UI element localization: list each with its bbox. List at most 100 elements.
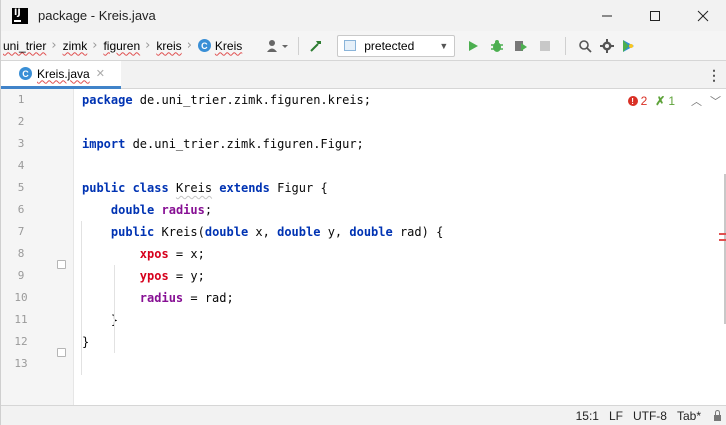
code-token: } — [82, 313, 119, 327]
toolbar-divider — [565, 36, 567, 55]
code-text: public Kreis(double x, double y, double … — [82, 221, 443, 243]
breadcrumb-uni-trier[interactable]: uni_trier — [3, 39, 46, 53]
code-token: double — [204, 225, 249, 239]
editor-tab-bar: C Kreis.java ✕ ⋮ — [1, 61, 726, 89]
breadcrumb-figuren[interactable]: figuren — [103, 39, 140, 53]
code-token: package — [82, 93, 133, 107]
code-line[interactable]: 1 package de.uni_trier.zimk.figuren.kreis… — [1, 89, 726, 111]
intellij-logo-icon — [12, 7, 28, 24]
fold-marker-icon[interactable] — [57, 260, 66, 269]
window-controls — [583, 0, 726, 31]
chevron-right-icon: › — [51, 38, 57, 53]
next-highlight-icon[interactable]: ﹀ — [710, 93, 721, 109]
previous-highlight-icon[interactable]: ︿ — [691, 93, 702, 109]
indent-setting[interactable]: Tab* — [677, 409, 701, 423]
more-tabs-icon[interactable]: ⋮ — [707, 67, 721, 84]
error-stripe-mark[interactable] — [719, 239, 726, 241]
line-number: 3 — [17, 137, 25, 150]
code-token: = y; — [168, 269, 205, 283]
code-text: xpos = x; — [82, 243, 205, 265]
line-number: 7 — [17, 225, 25, 238]
breadcrumb-zimk[interactable]: zimk — [63, 39, 88, 53]
coverage-button[interactable] — [509, 35, 533, 57]
code-token: = rad; — [183, 291, 234, 305]
run-configuration-label: pretected — [364, 38, 415, 53]
plugin-button[interactable] — [618, 35, 638, 57]
breadcrumb-kreis-package[interactable]: kreis — [156, 39, 181, 53]
lock-icon[interactable] — [711, 409, 723, 422]
code-token: radius — [139, 291, 184, 305]
code-token: radius — [161, 203, 205, 217]
configuration-icon — [344, 40, 357, 51]
close-tab-icon[interactable]: ✕ — [96, 67, 105, 80]
code-line[interactable]: 12} — [1, 331, 726, 353]
stop-icon — [540, 40, 551, 51]
code-line[interactable]: 4 — [1, 155, 726, 177]
ide-window: package - Kreis.java uni_trier › zimk › … — [0, 0, 726, 425]
tab-kreis-java[interactable]: C Kreis.java ✕ — [1, 61, 121, 89]
code-token: extends — [219, 181, 270, 195]
code-line[interactable]: 5 public class Kreis extends Figur { — [1, 177, 726, 199]
code-line[interactable]: 13 — [1, 353, 726, 375]
code-line[interactable]: 9 ypos = y; — [1, 265, 726, 287]
close-icon — [697, 10, 709, 21]
search-icon — [579, 39, 592, 53]
code-line[interactable]: 6 double radius; — [1, 199, 726, 221]
warning-count: 1 — [668, 94, 675, 108]
code-line[interactable]: 11 } — [1, 309, 726, 331]
minimize-button[interactable] — [583, 0, 631, 31]
code-line[interactable]: 2 — [1, 111, 726, 133]
line-number: 11 — [14, 313, 28, 326]
bug-icon — [491, 39, 504, 52]
search-everywhere-button[interactable] — [574, 35, 596, 57]
code-text: } — [82, 331, 89, 353]
chevron-down-icon: ▼ — [439, 40, 449, 51]
plugin-logo-icon — [623, 39, 635, 52]
line-separator[interactable]: LF — [609, 409, 623, 423]
chevron-right-icon: › — [92, 38, 98, 53]
line-number: 4 — [17, 159, 25, 172]
run-with-coverage-icon — [515, 40, 528, 51]
settings-button[interactable] — [596, 35, 618, 57]
toolbar-divider — [298, 36, 300, 55]
code-token: import — [82, 137, 126, 151]
error-count: 2 — [640, 94, 648, 108]
code-token: ; — [204, 203, 213, 217]
breadcrumb-kreis-class[interactable]: Kreis — [215, 39, 242, 53]
code-line[interactable]: 10 radius = rad; — [1, 287, 726, 309]
run-button[interactable] — [461, 35, 485, 57]
code-text: public class Kreis extends Figur { — [82, 177, 328, 199]
code-token: rad) { — [392, 225, 444, 239]
maximize-button[interactable] — [631, 0, 679, 31]
class-icon: C — [19, 67, 32, 80]
debug-button[interactable] — [485, 35, 509, 57]
user-account-button[interactable] — [264, 35, 290, 57]
build-button[interactable] — [307, 35, 325, 57]
code-editor[interactable]: 1 package de.uni_trier.zimk.figuren.kreis… — [1, 89, 726, 405]
maximize-icon — [650, 10, 660, 21]
gear-icon — [600, 38, 615, 53]
caret-position[interactable]: 15:1 — [576, 409, 599, 423]
code-token: ypos — [139, 269, 169, 283]
run-configuration-select[interactable]: pretected ▼ — [337, 34, 456, 57]
code-line[interactable]: 8 xpos = x; — [1, 243, 726, 265]
close-button[interactable] — [679, 0, 726, 31]
error-stripe-mark[interactable] — [719, 233, 726, 235]
inspection-widget[interactable]: ! 2 ✗ 1 ︿ ﹀ — [627, 92, 721, 110]
file-encoding[interactable]: UTF-8 — [633, 409, 667, 423]
line-number: 2 — [17, 115, 25, 128]
stop-button[interactable] — [533, 35, 557, 57]
fold-marker-icon[interactable] — [57, 348, 66, 357]
line-number: 1 — [17, 93, 25, 106]
code-line[interactable]: 7 public Kreis(double x, double y, doubl… — [1, 221, 726, 243]
code-line[interactable]: 3 import de.uni_trier.zimk.figuren.Figur; — [1, 133, 726, 155]
run-icon — [469, 40, 479, 51]
code-token: xpos — [139, 247, 169, 261]
hammer-icon — [310, 40, 322, 52]
